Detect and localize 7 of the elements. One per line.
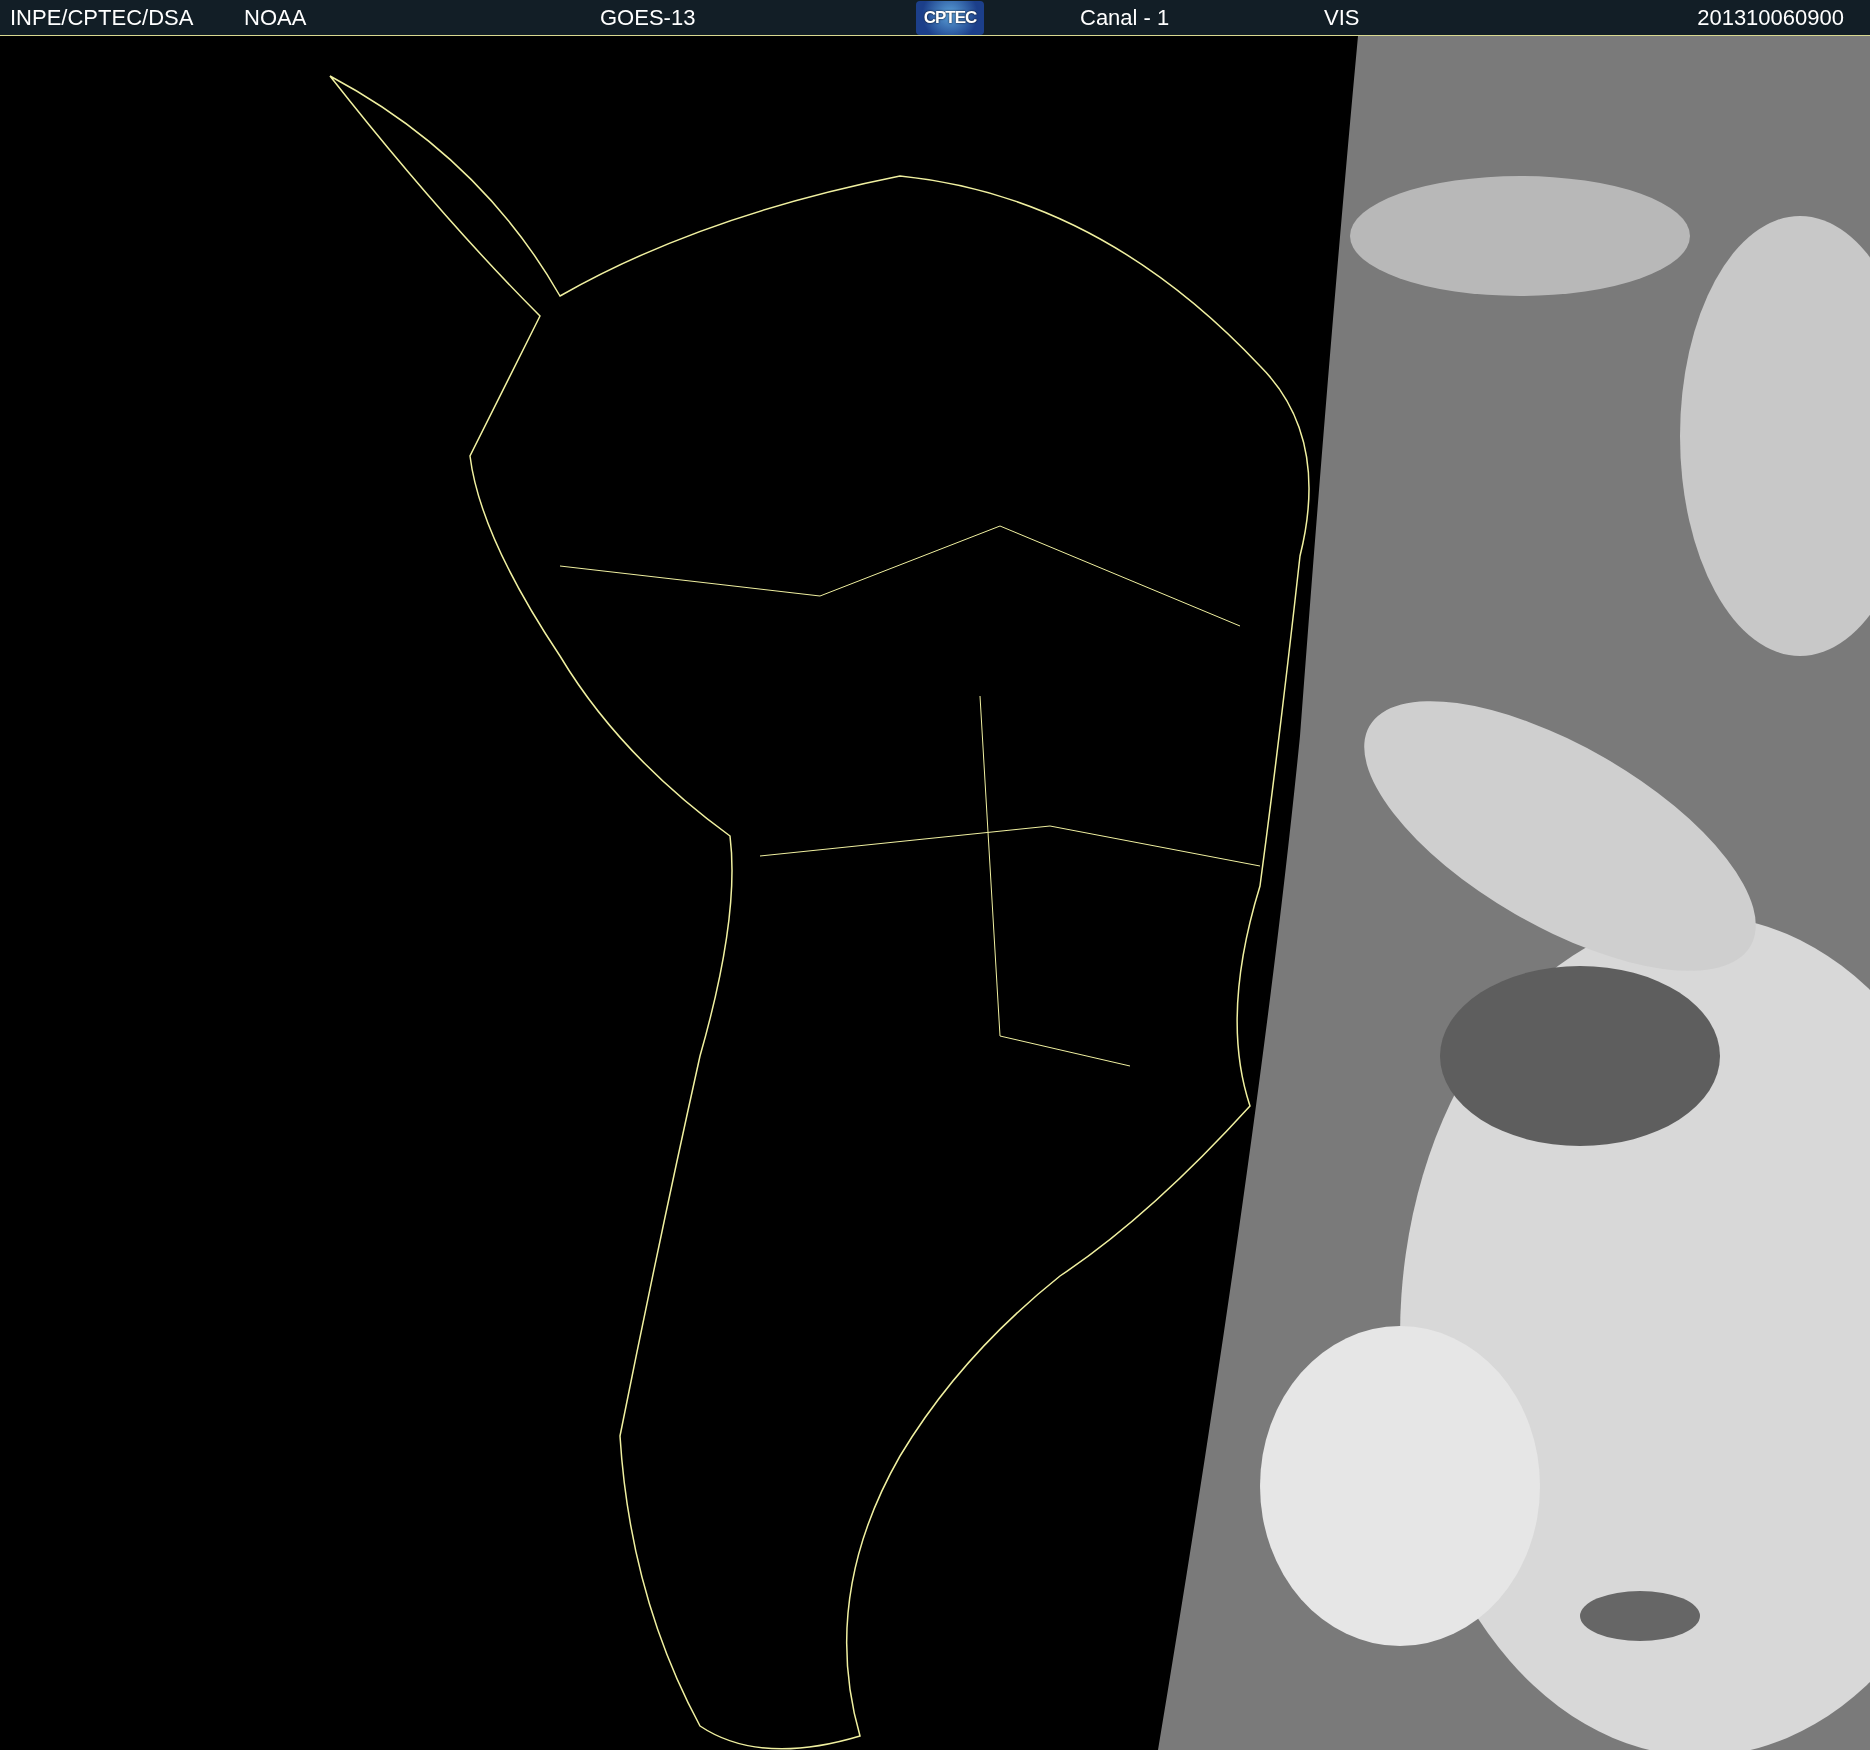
header-label: VIS [1324,4,1360,31]
timestamp-label: 201310060900 [1697,4,1844,31]
header-label: INPE/CPTEC/DSA [10,4,194,31]
header-label: GOES-13 [600,4,696,31]
header-label: Canal - 1 [1080,4,1170,31]
header-label: NOAA [244,4,307,31]
logo: CPTEC [916,0,984,35]
